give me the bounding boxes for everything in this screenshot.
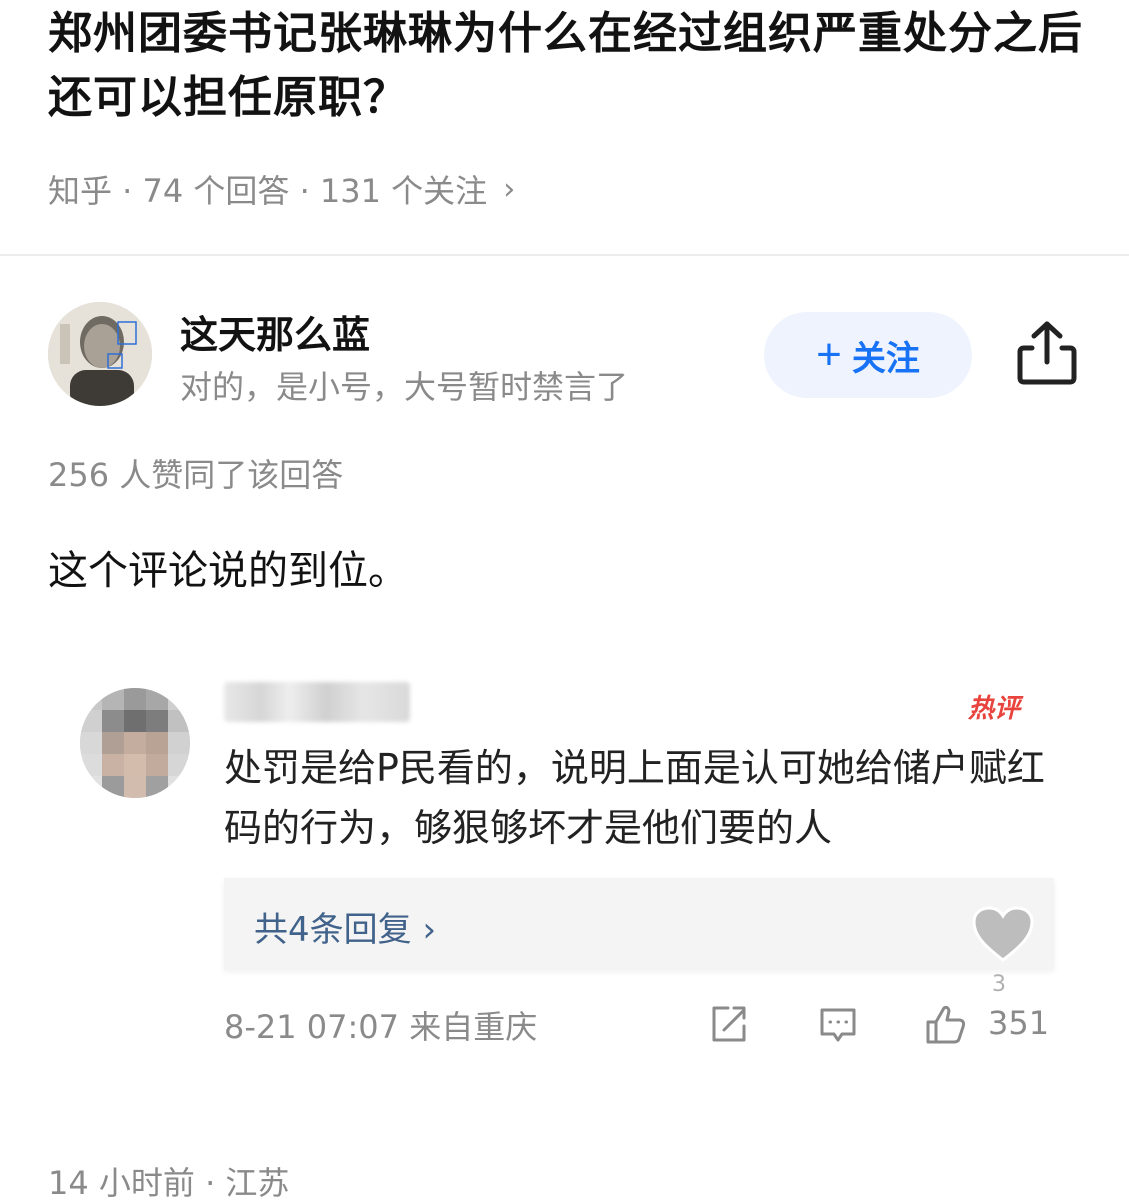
avatar-pixel (102, 776, 124, 798)
avatar-pixel (124, 732, 146, 754)
plus-icon: + (816, 330, 842, 379)
external-link-icon (706, 1002, 750, 1046)
avatar-pixel (80, 754, 102, 776)
avatar-pixel (80, 732, 102, 754)
replies-box: 共4条回复 › (224, 878, 1054, 970)
avatar-pixel (146, 710, 168, 732)
heart-count: 3 (992, 972, 1006, 997)
avatar-pixel (102, 732, 124, 754)
author-bio: 对的，是小号，大号暂时禁言了 (180, 368, 629, 406)
answer-footer-meta: 14 小时前 · 江苏 (48, 1164, 290, 1202)
embedded-comment-screenshot: 热评 处罚是给P民看的，说明上面是认可她给储户赋红码的行为，够狠够坏才是他们要的… (48, 662, 1088, 1072)
avatar-pixel (124, 754, 146, 776)
avatar-pixel (146, 776, 168, 798)
replies-link: 共4条回复 › (254, 910, 437, 950)
avatar-pixel (102, 688, 124, 710)
avatar-pixel (146, 732, 168, 754)
avatar-pixel (80, 688, 102, 710)
avatar-pixel (146, 754, 168, 776)
like-count: 351 (988, 1004, 1050, 1042)
thumbs-up-icon (924, 1002, 968, 1046)
heart-icon (972, 906, 1034, 964)
question-title[interactable]: 郑州团委书记张琳琳为什么在经过组织严重处分之后还可以担任原职？ (48, 2, 1088, 130)
author-name[interactable]: 这天那么蓝 (180, 304, 370, 359)
commenter-avatar (80, 688, 190, 798)
chevron-right-icon: › (503, 171, 516, 207)
voters-count[interactable]: 256 人赞同了该回答 (48, 450, 343, 496)
avatar-pixel (124, 776, 146, 798)
avatar-pixel (80, 776, 102, 798)
avatar-pixel (80, 710, 102, 732)
avatar-pixel (102, 754, 124, 776)
hot-comment-badge: 热评 (968, 694, 1021, 724)
share-icon[interactable] (1014, 318, 1080, 388)
question-meta-text: 知乎 · 74 个回答 · 131 个关注 (48, 172, 488, 210)
avatar-pixel (168, 732, 190, 754)
avatar-pixel (168, 754, 190, 776)
follow-label: 关注 (851, 339, 920, 378)
avatar-pixel (124, 710, 146, 732)
avatar-pixel (168, 688, 190, 710)
commenter-name-blurred (224, 682, 410, 722)
embedded-comment-meta: 8-21 07:07 来自重庆 (224, 1008, 538, 1046)
avatar-pixel (146, 688, 168, 710)
avatar[interactable] (48, 302, 152, 406)
comment-icon (816, 1002, 860, 1046)
embedded-comment-text: 处罚是给P民看的，说明上面是认可她给储户赋红码的行为，够狠够坏才是他们要的人 (224, 746, 1045, 850)
divider (0, 254, 1129, 256)
avatar-pixel (168, 776, 190, 798)
avatar-pixel (102, 710, 124, 732)
question-meta[interactable]: 知乎 · 74 个回答 · 131 个关注 › (48, 166, 515, 212)
avatar-pixel (124, 688, 146, 710)
answer-text: 这个评论说的到位。 (48, 548, 408, 594)
follow-button[interactable]: + 关注 (764, 312, 972, 398)
avatar-pixel (168, 710, 190, 732)
